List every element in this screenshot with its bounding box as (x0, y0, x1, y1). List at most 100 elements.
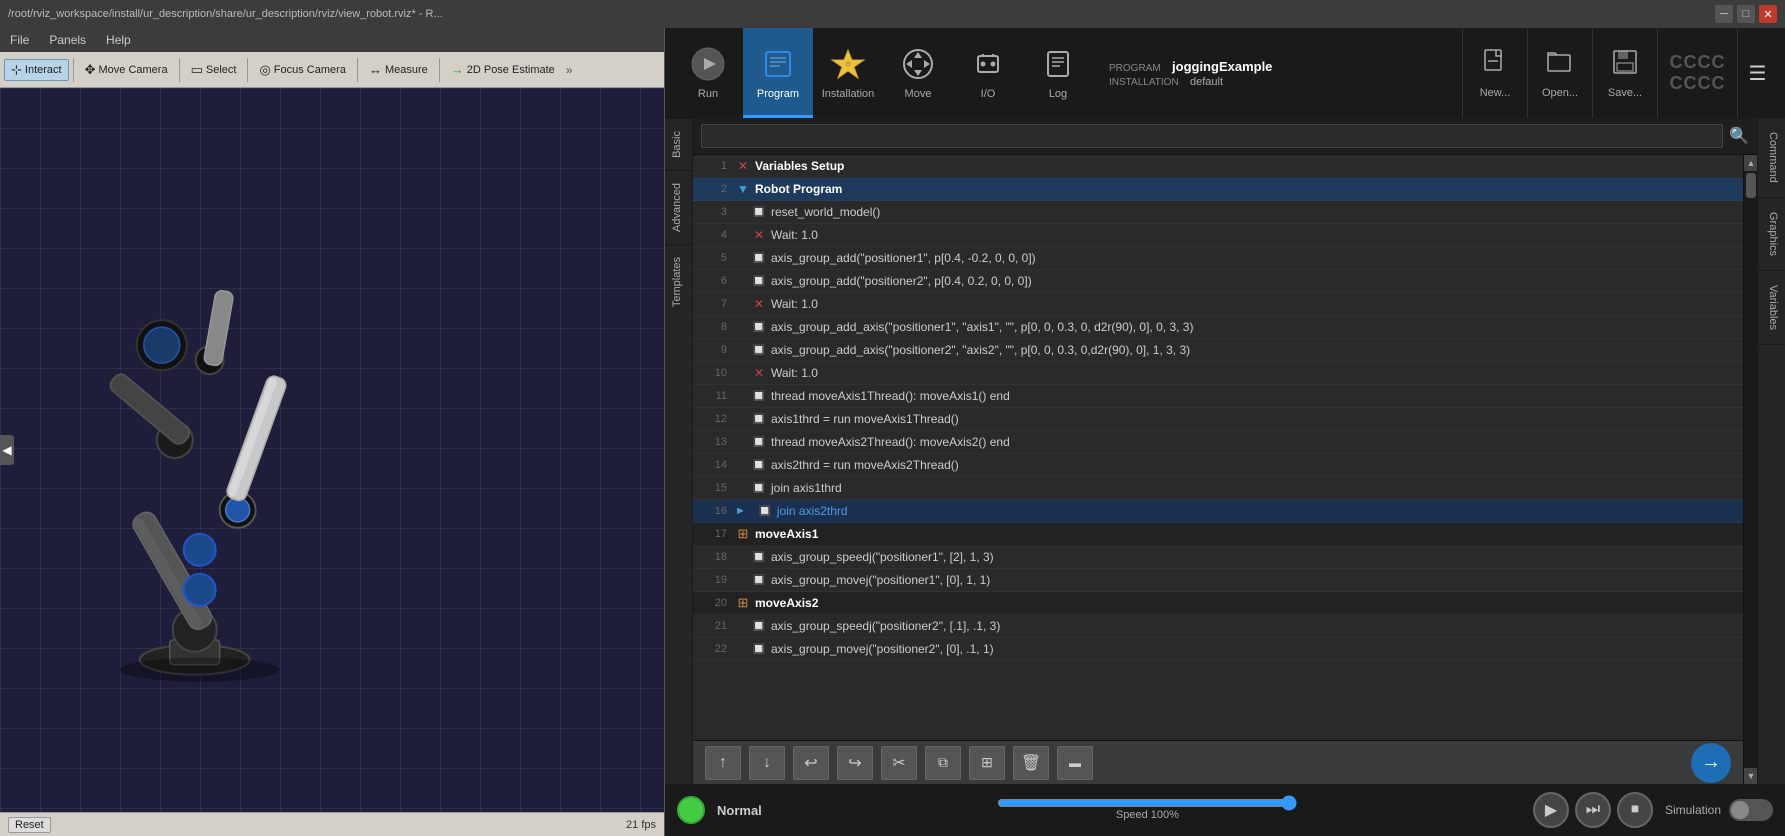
skip-button[interactable]: ⏭ (1575, 792, 1611, 828)
search-input[interactable] (701, 124, 1723, 148)
table-row[interactable]: 3 🔲 reset_world_model() (693, 201, 1743, 224)
hamburger-icon: ☰ (1749, 61, 1767, 86)
tool-measure[interactable]: ↔ Measure (362, 59, 435, 80)
nav-move[interactable]: Move (883, 28, 953, 118)
table-row[interactable]: 17 ⊞ moveAxis1 (693, 523, 1743, 546)
go-button[interactable]: → (1691, 743, 1731, 783)
move-up-button[interactable]: ↑ (705, 746, 741, 780)
table-row[interactable]: 9 🔲 axis_group_add_axis("positioner2", "… (693, 339, 1743, 362)
delete-button[interactable]: 🗑 (1013, 746, 1049, 780)
log-icon (1038, 44, 1078, 84)
program-area: 1 ✕ Variables Setup 2 ▼ Robot Program (693, 155, 1743, 784)
tool-focus-camera[interactable]: ◎ Focus Camera (252, 59, 352, 81)
scroll-thumb[interactable] (1746, 173, 1756, 198)
cut-button[interactable]: ✂ (881, 746, 917, 780)
hamburger-menu[interactable]: ☰ (1737, 28, 1777, 118)
table-row[interactable]: 1 ✕ Variables Setup (693, 155, 1743, 178)
ur-statusbar: Normal Speed 100% ▶ ⏭ ⏹ Simulation (665, 784, 1785, 836)
rviz-statusbar: Reset 21 fps (0, 812, 664, 836)
menu-help[interactable]: Help (102, 31, 135, 49)
nav-log[interactable]: Log (1023, 28, 1093, 118)
installation-label: INSTALLATION (1109, 77, 1179, 88)
table-row[interactable]: 5 🔲 axis_group_add("positioner1", p[0.4,… (693, 247, 1743, 270)
menu-panels[interactable]: Panels (45, 31, 90, 49)
nav-installation-label: Installation (822, 88, 875, 100)
play-button[interactable]: ▶ (1533, 792, 1569, 828)
simulation-toggle-switch[interactable] (1729, 799, 1773, 821)
menu-file[interactable]: File (6, 31, 33, 49)
table-row[interactable]: 14 🔲 axis2thrd = run moveAxis2Thread() (693, 454, 1743, 477)
ur-logo: CCCC CCCC (1657, 28, 1737, 118)
nav-program[interactable]: Program (743, 28, 813, 118)
search-icon[interactable]: 🔍 (1729, 126, 1749, 146)
redo-button[interactable]: ↪ (837, 746, 873, 780)
scroll-down-arrow[interactable]: ▼ (1744, 768, 1757, 784)
nav-run[interactable]: Run (673, 28, 743, 118)
table-row[interactable]: 4 ✕ Wait: 1.0 (693, 224, 1743, 247)
right-tab-graphics[interactable]: Graphics (1758, 198, 1785, 271)
save-icon (1610, 47, 1640, 83)
scroll-up-arrow[interactable]: ▲ (1744, 155, 1757, 171)
window-title: /root/rviz_workspace/install/ur_descript… (8, 8, 443, 20)
table-row[interactable]: 20 ⊞ moveAxis2 (693, 592, 1743, 615)
table-row[interactable]: 16 ► 🔲 join axis2thrd (693, 500, 1743, 523)
table-row[interactable]: 13 🔲 thread moveAxis2Thread(): moveAxis2… (693, 431, 1743, 454)
new-button[interactable]: New... (1462, 28, 1527, 118)
table-row[interactable]: 2 ▼ Robot Program (693, 178, 1743, 201)
open-button[interactable]: Open... (1527, 28, 1592, 118)
split-button[interactable]: ▬ (1057, 746, 1093, 780)
table-row[interactable]: 12 🔲 axis1thrd = run moveAxis1Thread() (693, 408, 1743, 431)
close-button[interactable]: ✕ (1759, 5, 1777, 23)
table-row[interactable]: 10 ✕ Wait: 1.0 (693, 362, 1743, 385)
tool-interact[interactable]: ⊹ Interact (4, 59, 69, 81)
open-icon (1545, 47, 1575, 83)
speed-slider[interactable] (997, 799, 1297, 807)
tool-move-camera[interactable]: ✥ Move Camera (78, 59, 175, 81)
maximize-button[interactable]: □ (1737, 5, 1755, 23)
program-label: PROGRAM (1109, 63, 1161, 74)
table-row[interactable]: 19 🔲 axis_group_movej("positioner1", [0]… (693, 569, 1743, 592)
table-row[interactable]: 18 🔲 axis_group_speedj("positioner1", [2… (693, 546, 1743, 569)
new-label: New... (1480, 87, 1511, 99)
sidebar-tab-templates[interactable]: Templates (665, 244, 692, 319)
toolbar-expand[interactable]: » (566, 63, 573, 77)
nav-io-label: I/O (981, 88, 996, 100)
table-row[interactable]: 21 🔲 axis_group_speedj("positioner2", [.… (693, 615, 1743, 638)
right-tab-variables[interactable]: Variables (1758, 271, 1785, 345)
minimize-button[interactable]: ─ (1715, 5, 1733, 23)
nav-installation[interactable]: Installation (813, 28, 883, 118)
table-row[interactable]: 8 🔲 axis_group_add_axis("positioner1", "… (693, 316, 1743, 339)
sidebar-tab-basic[interactable]: Basic (665, 118, 692, 170)
pose-icon: → (451, 62, 464, 77)
rviz-viewport[interactable]: ◀ (0, 88, 664, 812)
bottom-toolbar: ↑ ↓ ↩ ↪ ✂ ⧉ ⊞ 🗑 ▬ → (693, 740, 1743, 784)
move-down-button[interactable]: ↓ (749, 746, 785, 780)
table-row[interactable]: 22 🔲 axis_group_movej("positioner2", [0]… (693, 638, 1743, 661)
nav-io[interactable]: I/O (953, 28, 1023, 118)
tool-select[interactable]: ▭ Select (184, 59, 244, 81)
right-sidebar: Command Graphics Variables (1757, 118, 1785, 784)
right-tab-command[interactable]: Command (1758, 118, 1785, 198)
viewport-collapse-arrow[interactable]: ◀ (0, 435, 14, 465)
nav-move-label: Move (905, 88, 932, 100)
window-title-bar: /root/rviz_workspace/install/ur_descript… (0, 0, 1785, 28)
sidebar-tab-advanced[interactable]: Advanced (665, 170, 692, 244)
ur-content: Basic Advanced Templates 🔍 (665, 118, 1785, 784)
tool-2d-pose[interactable]: → 2D Pose Estimate (444, 59, 562, 80)
move-camera-icon: ✥ (85, 62, 96, 78)
program-list[interactable]: 1 ✕ Variables Setup 2 ▼ Robot Program (693, 155, 1743, 740)
table-row[interactable]: 6 🔲 axis_group_add("positioner2", p[0.4,… (693, 270, 1743, 293)
move-icon (898, 44, 938, 84)
copy-button[interactable]: ⧉ (925, 746, 961, 780)
paste-button[interactable]: ⊞ (969, 746, 1005, 780)
stop-button[interactable]: ⏹ (1617, 792, 1653, 828)
save-button[interactable]: Save... (1592, 28, 1657, 118)
undo-button[interactable]: ↩ (793, 746, 829, 780)
reset-button[interactable]: Reset (8, 817, 51, 833)
table-row[interactable]: 7 ✕ Wait: 1.0 (693, 293, 1743, 316)
nav-run-label: Run (698, 88, 718, 100)
table-row[interactable]: 11 🔲 thread moveAxis1Thread(): moveAxis1… (693, 385, 1743, 408)
table-row[interactable]: 15 🔲 join axis1thrd (693, 477, 1743, 500)
speed-control: Speed 100% (774, 799, 1521, 821)
new-icon (1480, 47, 1510, 83)
